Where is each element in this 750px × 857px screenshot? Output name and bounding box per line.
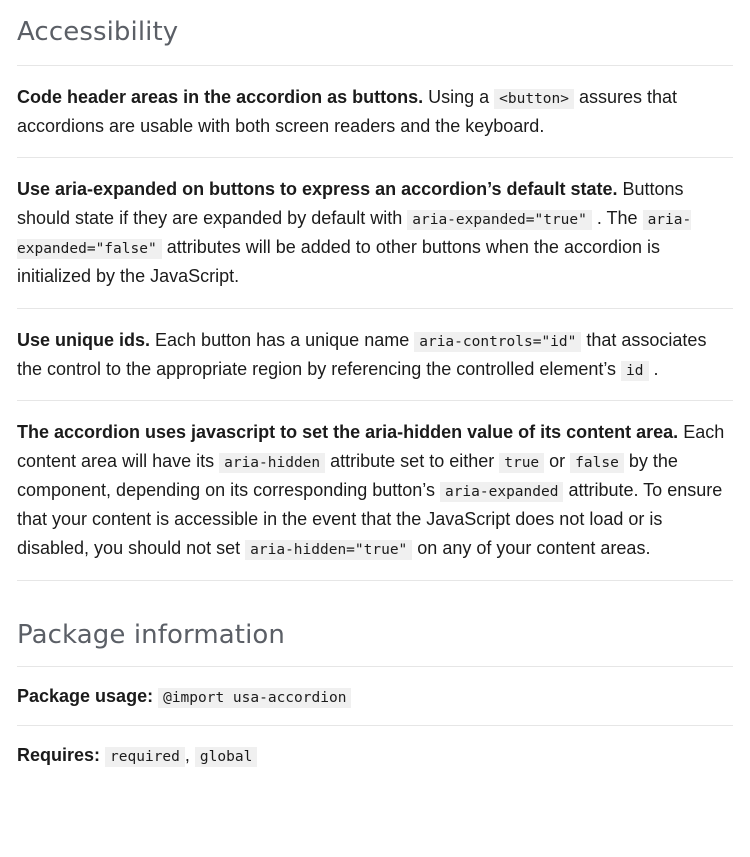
inline-code: aria-controls="id" bbox=[414, 331, 582, 352]
inline-code: global bbox=[194, 747, 258, 768]
inline-code: aria-hidden bbox=[219, 453, 326, 473]
inline-code: true bbox=[499, 453, 545, 473]
inline-code: id bbox=[621, 360, 649, 381]
guidance-text: or bbox=[544, 451, 571, 471]
guidance-text: Each button has a unique name bbox=[150, 329, 415, 350]
inline-code: aria-expanded="true" bbox=[407, 210, 592, 231]
inline-code: required bbox=[105, 747, 185, 768]
guidance-text: Using a bbox=[423, 86, 495, 107]
guidance-lead: The accordion uses javascript to set the… bbox=[17, 421, 679, 442]
package-info-label: Requires: bbox=[17, 745, 101, 766]
package-info-row: Package usage: @import usa-accordion bbox=[17, 667, 733, 725]
package-info-separator: , bbox=[184, 745, 190, 766]
guidance-text: on any of your content areas. bbox=[412, 538, 651, 559]
guidance-paragraph: Code header areas in the accordion as bu… bbox=[17, 66, 733, 157]
guidance-lead: Use aria-expanded on buttons to express … bbox=[17, 178, 618, 199]
guidance-text: attribute set to either bbox=[325, 451, 500, 471]
guidance-paragraph: The accordion uses javascript to set the… bbox=[17, 401, 733, 580]
package-information-list: Package usage: @import usa-accordion Requ… bbox=[17, 667, 733, 784]
inline-code: aria-expanded bbox=[439, 482, 564, 503]
guidance-paragraph: Use unique ids. Each button has a unique… bbox=[17, 309, 733, 400]
inline-code: false bbox=[570, 453, 624, 473]
guidance-lead: Code header areas in the accordion as bu… bbox=[17, 86, 424, 107]
accessibility-guidance-list: Code header areas in the accordion as bu… bbox=[17, 66, 733, 581]
guidance-text: . bbox=[648, 358, 659, 379]
guidance-paragraph: Use aria-expanded on buttons to express … bbox=[17, 158, 733, 308]
inline-code: @import usa-accordion bbox=[158, 688, 352, 709]
page-title-accessibility: Accessibility bbox=[17, 17, 179, 47]
inline-code: <button> bbox=[494, 88, 574, 109]
inline-code: aria-hidden="true" bbox=[245, 540, 413, 561]
package-info-label: Package usage: bbox=[17, 686, 154, 707]
documentation-page: Accessibility Code header areas in the a… bbox=[0, 0, 750, 784]
guidance-text: . The bbox=[591, 208, 643, 229]
page-title-package-information: Package information bbox=[17, 619, 285, 650]
guidance-lead: Use unique ids. bbox=[17, 329, 151, 350]
package-info-row: Requires: required, global bbox=[17, 726, 733, 784]
